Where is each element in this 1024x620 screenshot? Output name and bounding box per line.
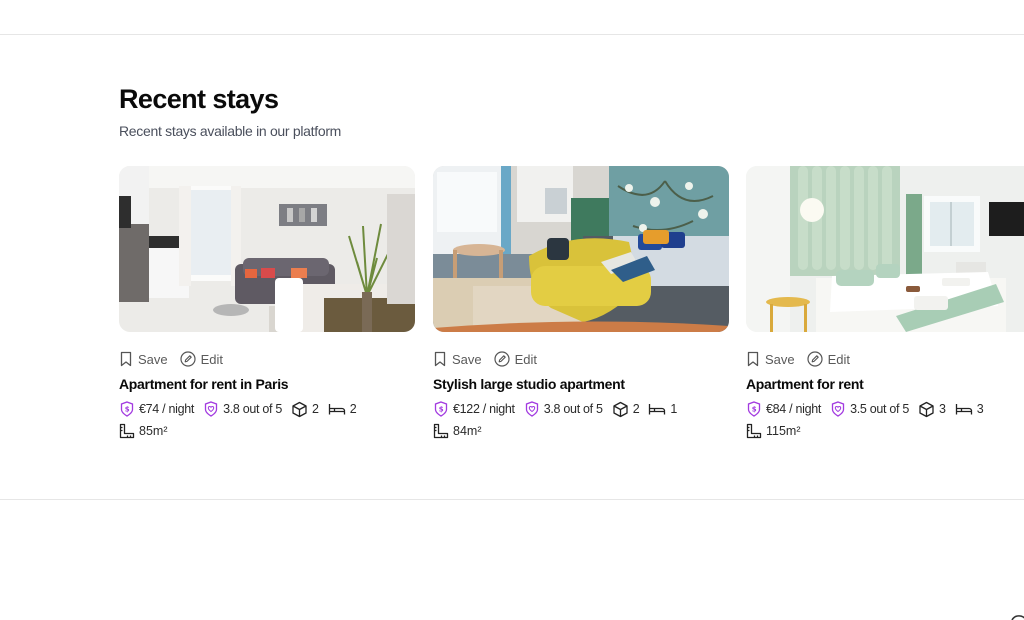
floor-area-icon	[119, 423, 135, 439]
bottom-divider	[0, 499, 1024, 500]
price-text: €84 / night	[766, 402, 822, 416]
beds-info: 2	[328, 402, 357, 416]
edit-button[interactable]: Edit	[807, 351, 850, 367]
edit-icon	[807, 351, 823, 367]
edit-icon	[180, 351, 196, 367]
area-text: 115m²	[766, 424, 801, 438]
beds-count: 3	[976, 402, 984, 416]
stay-photo[interactable]	[119, 166, 415, 332]
rating-text: 3.5 out of 5	[850, 402, 910, 416]
price-tag-icon: $	[747, 401, 761, 417]
edit-button[interactable]: Edit	[494, 351, 537, 367]
edit-label: Edit	[827, 351, 851, 367]
edit-button[interactable]: Edit	[180, 351, 223, 367]
stay-title[interactable]: Apartment for rent	[746, 376, 1024, 392]
floor-area-icon	[433, 423, 449, 439]
price-info: $ €74 / night	[119, 401, 194, 417]
section-title: Recent stays	[119, 84, 279, 114]
stay-card[interactable]: Save Edit Apartment for rent in Paris $ …	[119, 166, 415, 440]
rating-info: 3.5 out of 5	[830, 401, 909, 417]
svg-text:$: $	[439, 406, 444, 414]
rating-heart-icon	[204, 401, 218, 417]
beds-info: 3	[955, 402, 984, 416]
top-divider	[0, 34, 1024, 35]
rating-info: 3.8 out of 5	[203, 401, 282, 417]
price-text: €122 / night	[453, 402, 515, 416]
area-text: 85m²	[139, 424, 168, 438]
cube-icon	[919, 401, 934, 417]
stay-title[interactable]: Apartment for rent in Paris	[119, 376, 415, 392]
stay-card[interactable]: Save Edit Apartment for rent $ €84 / nig…	[746, 166, 1024, 440]
price-info: $ €84 / night	[746, 401, 821, 417]
rooms-count: 2	[312, 402, 319, 416]
rooms-count: 2	[632, 402, 640, 416]
floor-area-icon	[746, 423, 762, 439]
beds-count: 1	[670, 402, 677, 416]
bookmark-icon	[434, 351, 446, 367]
save-label: Save	[765, 351, 795, 367]
stay-card[interactable]: Save Edit Stylish large studio apartment…	[433, 166, 729, 440]
beds-info: 1	[648, 402, 677, 416]
bed-icon	[955, 404, 972, 415]
price-text: €74 / night	[139, 402, 195, 416]
living-room-photo	[119, 166, 415, 332]
edit-icon	[494, 351, 510, 367]
edit-label: Edit	[514, 351, 538, 367]
beds-count: 2	[349, 402, 357, 416]
bed-icon	[649, 404, 666, 415]
rating-info: 3.8 out of 5	[524, 401, 603, 417]
cube-icon	[613, 401, 628, 417]
svg-text:$: $	[752, 406, 757, 414]
bed-icon	[328, 404, 345, 415]
section-subtitle: Recent stays available in our platform	[119, 123, 342, 139]
price-info: $ €122 / night	[433, 401, 515, 417]
area-text: 84m²	[453, 424, 482, 438]
area-info: 85m²	[119, 423, 167, 439]
save-button[interactable]: Save	[433, 351, 482, 367]
price-tag-icon: $	[120, 401, 134, 417]
save-label: Save	[452, 351, 482, 367]
area-info: 115m²	[746, 423, 801, 439]
rooms-info: 2	[291, 401, 319, 418]
save-label: Save	[138, 351, 168, 367]
bookmark-icon	[747, 351, 759, 367]
rating-text: 3.8 out of 5	[543, 402, 603, 416]
rating-heart-icon	[525, 401, 538, 417]
rooms-info: 2	[612, 401, 640, 418]
studio-photo	[433, 166, 729, 332]
stay-title[interactable]: Stylish large studio apartment	[433, 376, 729, 392]
save-button[interactable]: Save	[119, 351, 168, 367]
help-bubble-icon[interactable]	[1010, 610, 1024, 620]
edit-label: Edit	[200, 351, 224, 367]
rating-heart-icon	[831, 401, 845, 417]
rating-text: 3.8 out of 5	[223, 402, 283, 416]
price-tag-icon: $	[434, 401, 448, 417]
rooms-info: 3	[918, 401, 946, 418]
stay-photo[interactable]	[746, 166, 1024, 332]
bookmark-icon	[120, 351, 132, 367]
area-info: 84m²	[433, 423, 481, 439]
svg-text:$: $	[125, 406, 130, 414]
rooms-count: 3	[939, 402, 946, 416]
save-button[interactable]: Save	[746, 351, 795, 367]
bedroom-photo	[746, 166, 1024, 332]
stay-photo[interactable]	[433, 166, 729, 332]
cube-icon	[292, 401, 307, 417]
